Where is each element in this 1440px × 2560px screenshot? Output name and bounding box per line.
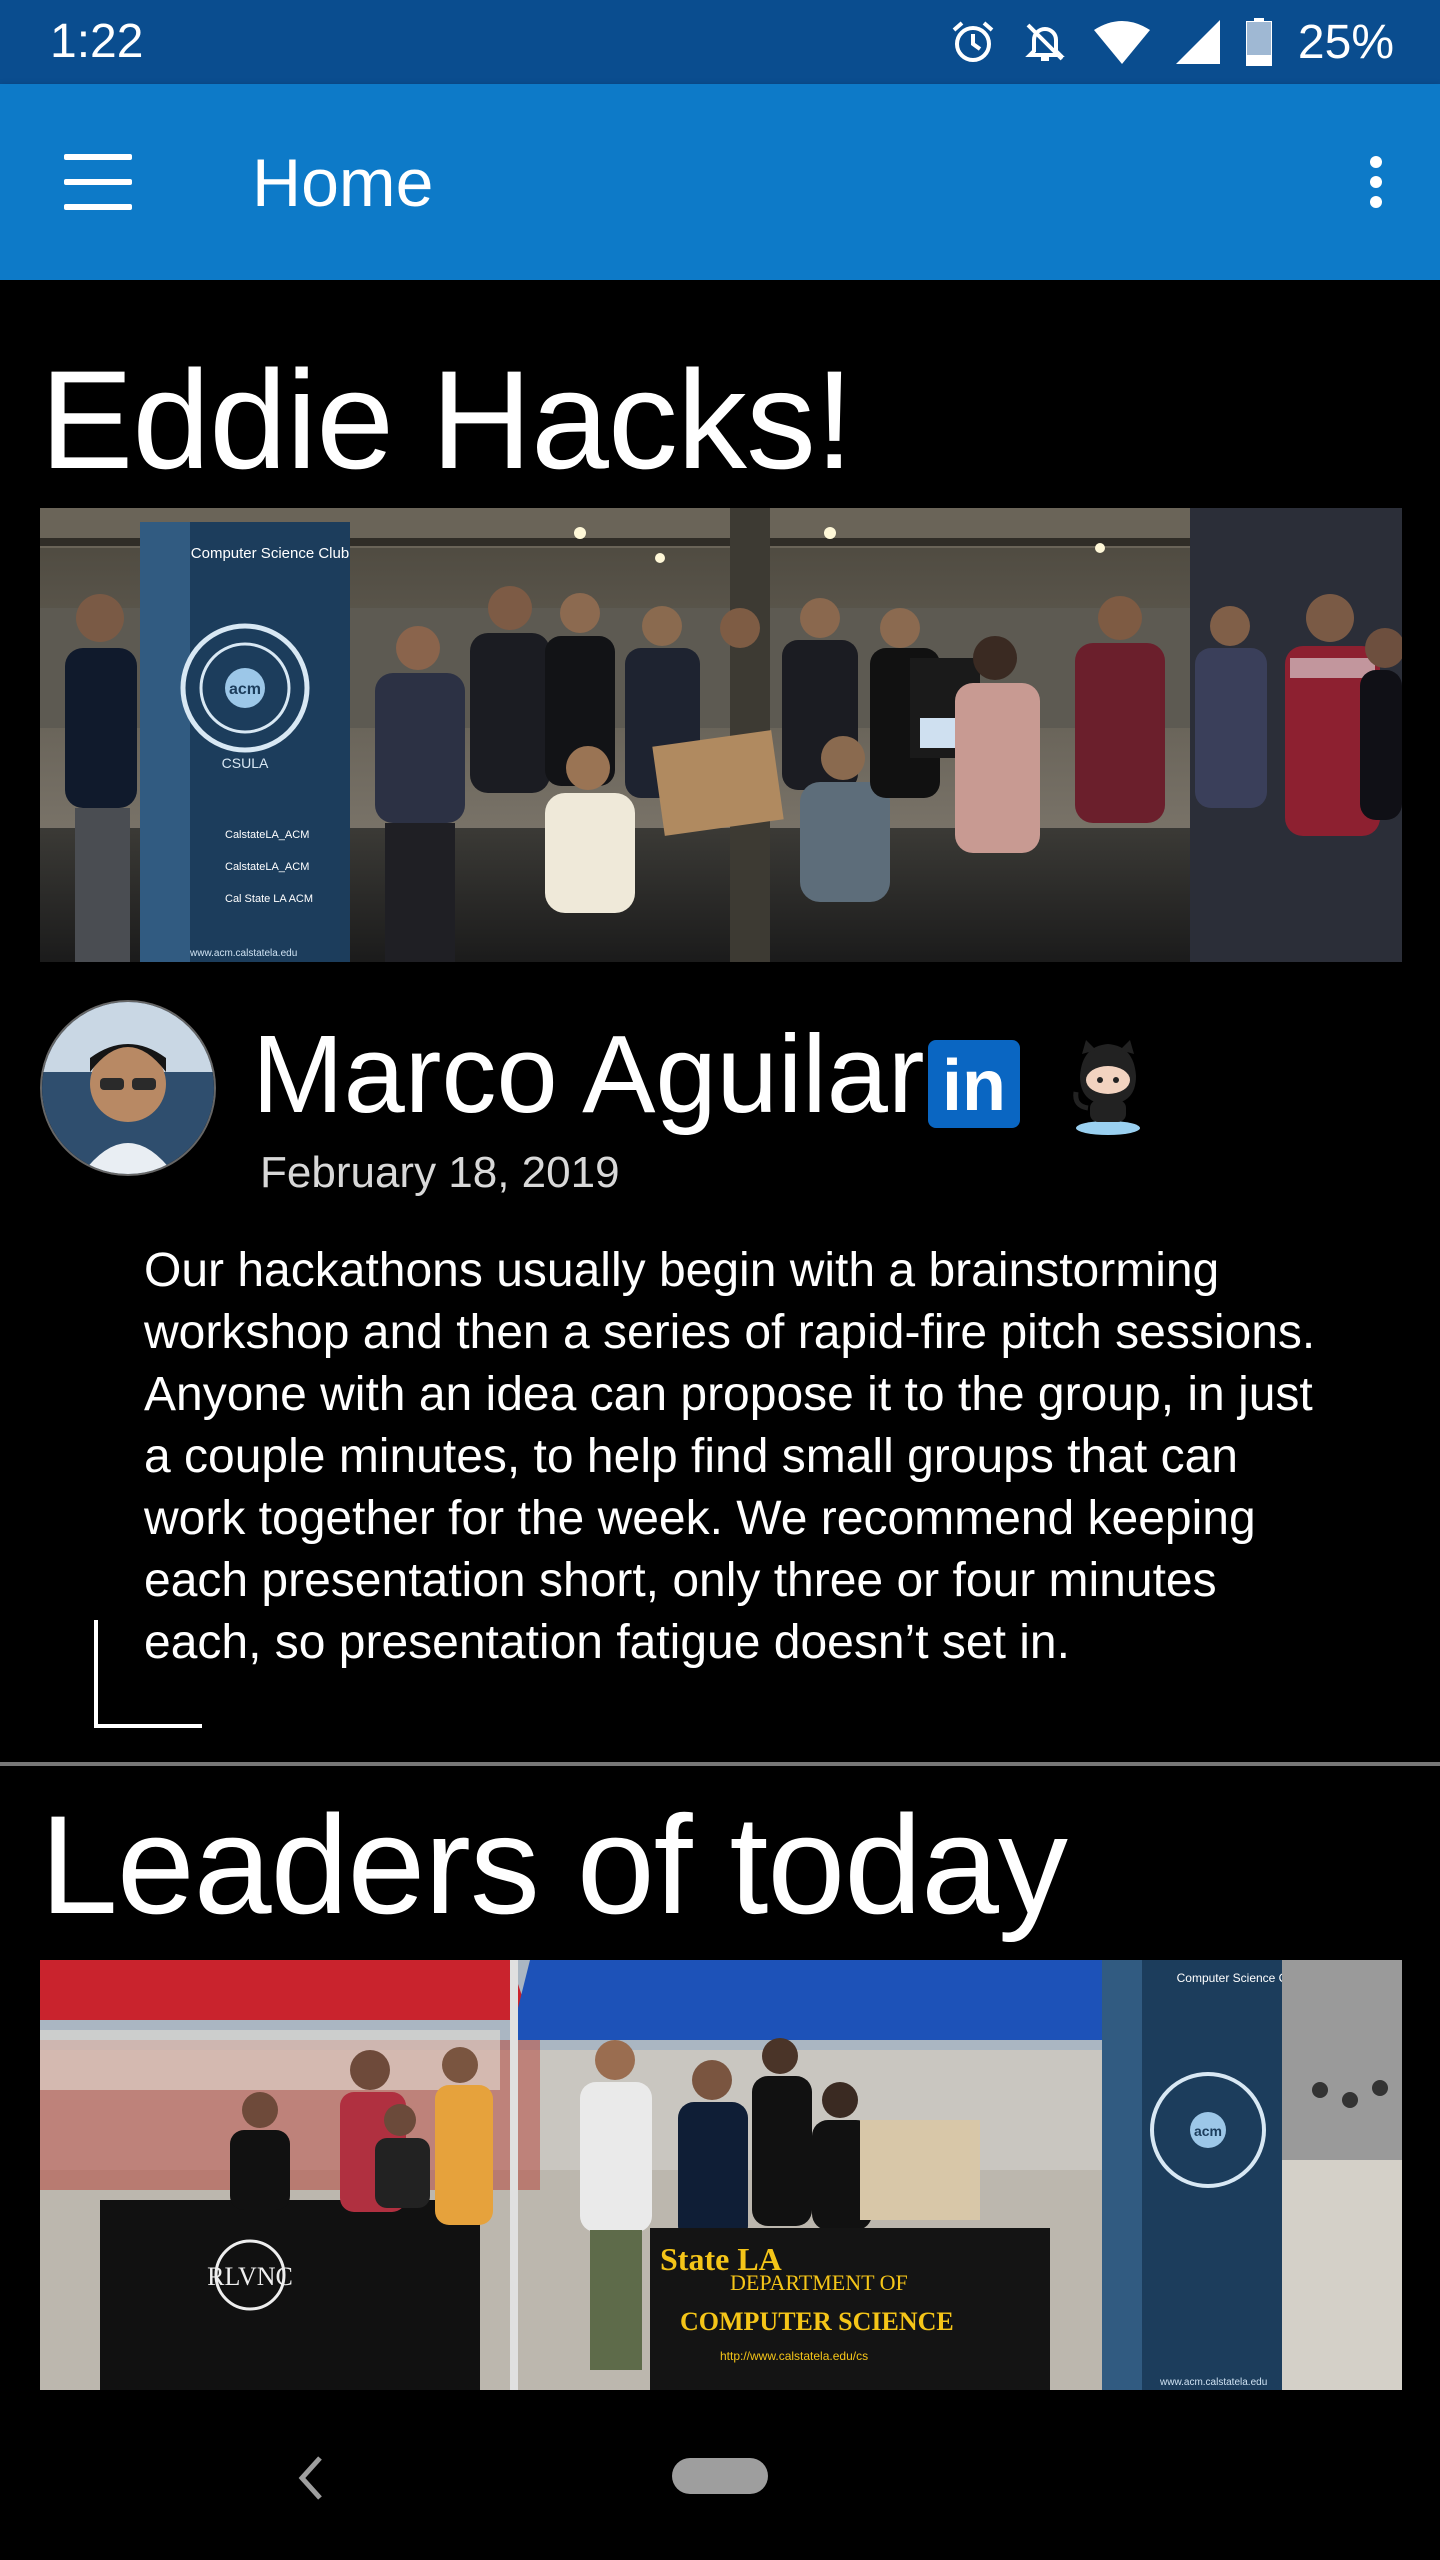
home-pill-icon[interactable] bbox=[672, 2458, 768, 2494]
banner-social-3: Cal State LA ACM bbox=[225, 893, 313, 905]
more-vert-icon[interactable] bbox=[1352, 146, 1400, 218]
avatar[interactable] bbox=[40, 1000, 216, 1176]
banner-social-1: CalstateLA_ACM bbox=[225, 829, 309, 841]
post-image: RLVNC State LA DEPARTMENT OF COMPUTER SC… bbox=[40, 1960, 1402, 2390]
banner-logo-2: acm bbox=[1194, 2123, 1222, 2139]
banner-logo: acm bbox=[229, 681, 261, 698]
dept-label: DEPARTMENT OF bbox=[730, 2270, 908, 2295]
post-image: Computer Science Club acm CSULA Calstate… bbox=[40, 508, 1402, 962]
linkedin-icon[interactable]: in bbox=[928, 1040, 1020, 1128]
post-body: Our hackathons usually begin with a brai… bbox=[144, 1244, 1316, 1669]
group-photo: Computer Science Club acm CSULA Calstate… bbox=[40, 508, 1402, 962]
battery-icon bbox=[1245, 18, 1272, 66]
back-icon[interactable] bbox=[290, 2448, 330, 2508]
banner-social-2: CalstateLA_ACM bbox=[225, 861, 309, 873]
wifi-icon bbox=[1093, 21, 1150, 64]
banner-web-2: www.acm.calstatela.edu bbox=[1159, 2377, 1267, 2388]
post-date: February 18, 2019 bbox=[260, 1148, 620, 1197]
status-time: 1:22 bbox=[50, 15, 144, 68]
dept-url: http://www.calstatela.edu/cs bbox=[720, 2349, 868, 2363]
status-icons: 25% bbox=[950, 10, 1394, 74]
navigation-bar bbox=[0, 2390, 1440, 2560]
quote-bracket-icon bbox=[94, 1620, 202, 1728]
author-avatar-image bbox=[42, 1002, 214, 1174]
github-icon[interactable] bbox=[1060, 1030, 1156, 1140]
app-title: Home bbox=[252, 145, 434, 221]
status-bar: 1:22 25% bbox=[0, 0, 1440, 84]
feed[interactable]: Eddie Hacks! Computer Science Club acm C… bbox=[0, 280, 1440, 2390]
post-title: Leaders of today bbox=[40, 1786, 1068, 1943]
svg-text:RLVNC: RLVNC bbox=[207, 2262, 293, 2291]
menu-icon[interactable] bbox=[64, 154, 132, 210]
alarm-icon bbox=[952, 21, 994, 62]
app-bar: Home bbox=[0, 84, 1440, 280]
signal-icon bbox=[1175, 20, 1220, 64]
banner-web: www.acm.calstatela.edu bbox=[189, 948, 297, 959]
battery-percent: 25% bbox=[1297, 15, 1394, 69]
banner-club: Computer Science Club bbox=[191, 545, 349, 562]
booth-photo: RLVNC State LA DEPARTMENT OF COMPUTER SC… bbox=[40, 1960, 1402, 2390]
post-title: Eddie Hacks! bbox=[40, 341, 854, 498]
bell-off-icon bbox=[1025, 23, 1065, 61]
dept-name: COMPUTER SCIENCE bbox=[680, 2307, 954, 2336]
author-name: Marco Aguilar bbox=[252, 1013, 925, 1136]
banner-school: CSULA bbox=[222, 755, 269, 771]
divider bbox=[0, 1762, 1440, 1766]
